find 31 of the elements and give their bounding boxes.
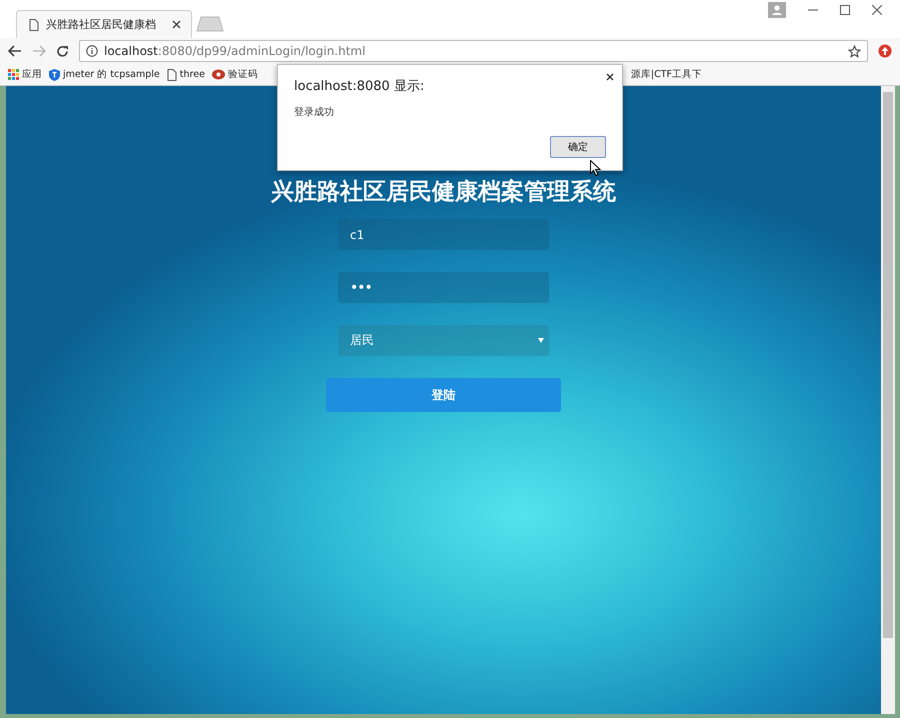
maximize-icon[interactable] xyxy=(840,5,850,15)
bookmark[interactable]: 源库|CTF工具下 xyxy=(630,68,702,81)
ok-button[interactable]: 确定 xyxy=(550,136,606,158)
extension-icon[interactable] xyxy=(878,44,892,58)
close-icon[interactable] xyxy=(606,73,614,81)
info-icon xyxy=(86,45,98,57)
apps-grid-icon xyxy=(8,69,19,80)
back-icon[interactable] xyxy=(8,45,22,57)
address-bar[interactable]: localhost:8080/dp99/adminLogin/login.html xyxy=(79,40,868,62)
username-field[interactable]: c1 xyxy=(338,219,549,250)
password-field[interactable]: ••• xyxy=(338,272,549,303)
dialog-title: localhost:8080 显示: xyxy=(294,78,426,95)
bookmark[interactable]: jmeter 的 tcpsample xyxy=(49,68,160,81)
eye-logo-icon xyxy=(212,69,225,80)
dropdown-caret-icon xyxy=(538,338,544,343)
page-icon xyxy=(29,18,39,30)
close-icon[interactable] xyxy=(172,20,181,29)
dialog-message: 登录成功 xyxy=(294,106,335,119)
shield-icon xyxy=(49,68,60,80)
login-button[interactable]: 登陆 xyxy=(326,378,561,412)
reload-icon[interactable] xyxy=(56,44,69,58)
role-dropdown[interactable]: 居民 xyxy=(338,325,549,356)
browser-tab[interactable]: 兴胜路社区居民健康档 xyxy=(16,10,192,38)
star-icon[interactable] xyxy=(848,44,861,58)
bookmark[interactable]: 应用 xyxy=(8,68,42,81)
page-title: 兴胜路社区居民健康档案管理系统 xyxy=(271,178,616,207)
page-icon xyxy=(166,68,177,80)
close-icon[interactable] xyxy=(872,5,882,15)
bookmark[interactable]: 验证码 xyxy=(212,68,258,81)
bookmark[interactable]: three xyxy=(166,68,205,80)
scrollbar[interactable] xyxy=(881,86,895,714)
